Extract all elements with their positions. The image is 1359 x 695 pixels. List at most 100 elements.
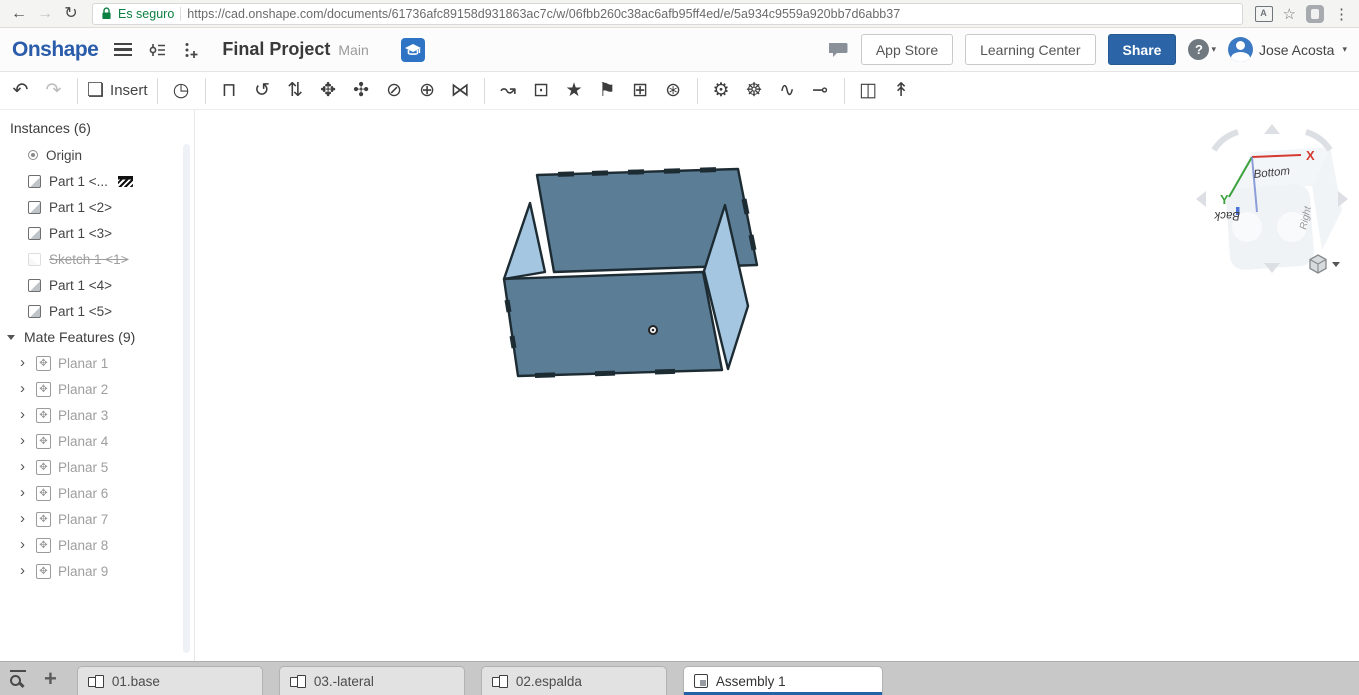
comment-icon[interactable] [828,41,849,58]
belt-relation-button[interactable]: ⊸ [806,76,835,106]
planar-mate-icon [36,381,51,397]
slider-mate-button[interactable]: ⇅ [281,76,310,106]
revolute-mate-button[interactable]: ↺ [248,76,277,106]
part-icon [28,174,41,188]
search-tabs-icon[interactable] [10,669,26,688]
view-options-button[interactable] [1309,254,1340,274]
gear-relation-button[interactable]: ⚙ [707,76,736,106]
mate-features-header[interactable]: Mate Features (9) [0,324,194,350]
versions-icon[interactable] [148,41,168,59]
mate-feature-row[interactable]: Planar 5 [0,454,194,480]
planar-mate-icon [36,563,51,579]
onshape-logo[interactable]: Onshape [12,38,99,62]
select-region-button[interactable]: ⊡ [527,76,556,106]
planar-mate-icon [36,355,51,371]
browser-address-bar[interactable]: Es seguro https://cad.onshape.com/docume… [92,2,1243,25]
front-panel[interactable] [502,270,724,378]
view-cube[interactable]: X Y Bottom Back Right [1196,124,1348,273]
document-tab[interactable]: 01.base [76,666,263,695]
exploded-view-button[interactable]: ↟ [887,76,916,106]
instance-row[interactable]: Part 1 <3> [0,220,194,246]
app-store-button[interactable]: App Store [860,34,954,65]
graphics-viewport[interactable]: X Y Bottom Back Right [195,110,1359,661]
mate-feature-row[interactable]: Planar 9 [0,558,194,584]
mate-feature-row[interactable]: Planar 3 [0,402,194,428]
section-view-button[interactable]: ◫ [854,76,883,106]
mate-feature-row[interactable]: Planar 2 [0,376,194,402]
instance-row[interactable]: Part 1 <... [0,168,194,194]
instance-row[interactable]: Origin [0,142,194,168]
refresh-icon[interactable]: ↻ [58,1,84,27]
separator[interactable] [843,77,845,104]
mate-feature-row[interactable]: Planar 6 [0,480,194,506]
bookmark-star-icon[interactable]: ☆ [1283,5,1296,23]
mate-feature-row[interactable]: Planar 7 [0,506,194,532]
ball-mate-button[interactable]: ✣ [347,76,376,106]
left-panel[interactable] [502,201,547,281]
snap-mode-button[interactable]: ↝ [494,76,523,106]
planar-mate-icon [36,511,51,527]
translate-icon[interactable]: A [1254,5,1273,22]
undo-button[interactable]: ↶ [6,76,35,106]
chevron-right-icon [20,384,29,394]
group-button[interactable]: ⊛ [659,76,688,106]
forward-icon[interactable]: → [32,1,58,27]
separator[interactable] [696,77,698,104]
main-menu-icon[interactable] [114,42,133,57]
share-button[interactable]: Share [1107,34,1177,65]
instance-row[interactable]: Part 1 <4> [0,272,194,298]
workspace-name[interactable]: Main [338,42,368,58]
learning-center-button[interactable]: Learning Center [965,34,1096,65]
part-icon [28,304,41,318]
mate-connector-button[interactable]: ★ [560,76,589,106]
user-menu[interactable]: Jose Acosta ▾ [1227,37,1347,62]
screw-relation-button[interactable]: ∿ [773,76,802,106]
mate-feature-row[interactable]: Planar 4 [0,428,194,454]
separator[interactable] [77,77,78,104]
separator[interactable] [483,77,485,104]
panel-scrollbar[interactable] [183,144,190,653]
redo-button[interactable]: ↷ [39,76,68,106]
pin-slot-mate-button[interactable]: ⊘ [380,76,409,106]
planar-mate-icon [36,485,51,501]
cylindrical-mate-button[interactable]: ⊕ [413,76,442,106]
named-views-button[interactable]: ◷ [167,76,196,106]
chevron-right-icon [20,488,29,498]
tangent-mate-button[interactable]: ⋈ [446,76,475,106]
planar-mate-button[interactable]: ✥ [314,76,343,106]
part-icon [28,226,41,240]
lock-icon [102,7,111,19]
planar-mate-icon [36,537,51,553]
education-badge-icon[interactable] [400,37,425,62]
help-menu[interactable]: ? ▾ [1188,39,1216,60]
document-tab[interactable]: Assembly 1 [682,666,883,695]
planar-mate-icon [36,433,51,449]
separator[interactable] [204,77,206,104]
document-tab[interactable]: 03.-lateral [278,666,465,695]
back-icon[interactable]: ← [6,1,32,27]
url-text: https://cad.onshape.com/documents/61736a… [187,6,901,21]
browser-menu-icon[interactable]: ⋮ [1334,5,1349,23]
planar-mate-icon [36,407,51,423]
chevron-right-icon [20,540,29,550]
named-position-button[interactable]: ⚑ [593,76,622,106]
extension-icon[interactable] [1306,4,1324,23]
document-tab[interactable]: 02.espalda [480,666,667,695]
fastened-mate-button[interactable]: ⊓ [215,76,244,106]
pattern-button[interactable]: ⊞ [626,76,655,106]
separator[interactable] [156,77,158,104]
mate-feature-row[interactable]: Planar 8 [0,532,194,558]
chevron-down-icon: ▾ [1211,44,1216,54]
instances-title: Instances (6) [10,120,91,136]
document-title[interactable]: Final Project [222,39,330,60]
instance-row[interactable]: Part 1 <5> [0,298,194,324]
rack-relation-button[interactable]: ☸ [740,76,769,106]
insert-new-element-icon[interactable] [182,41,200,59]
add-tab-icon[interactable] [44,669,57,689]
mate-feature-row[interactable]: Planar 1 [0,350,194,376]
instance-row[interactable]: Part 1 <2> [0,194,194,220]
avatar [1227,37,1253,62]
insert-button[interactable]: ❏ Insert [87,76,148,106]
box-assembly-model[interactable] [502,167,759,378]
instance-row[interactable]: Sketch 1 <1> [0,246,194,272]
